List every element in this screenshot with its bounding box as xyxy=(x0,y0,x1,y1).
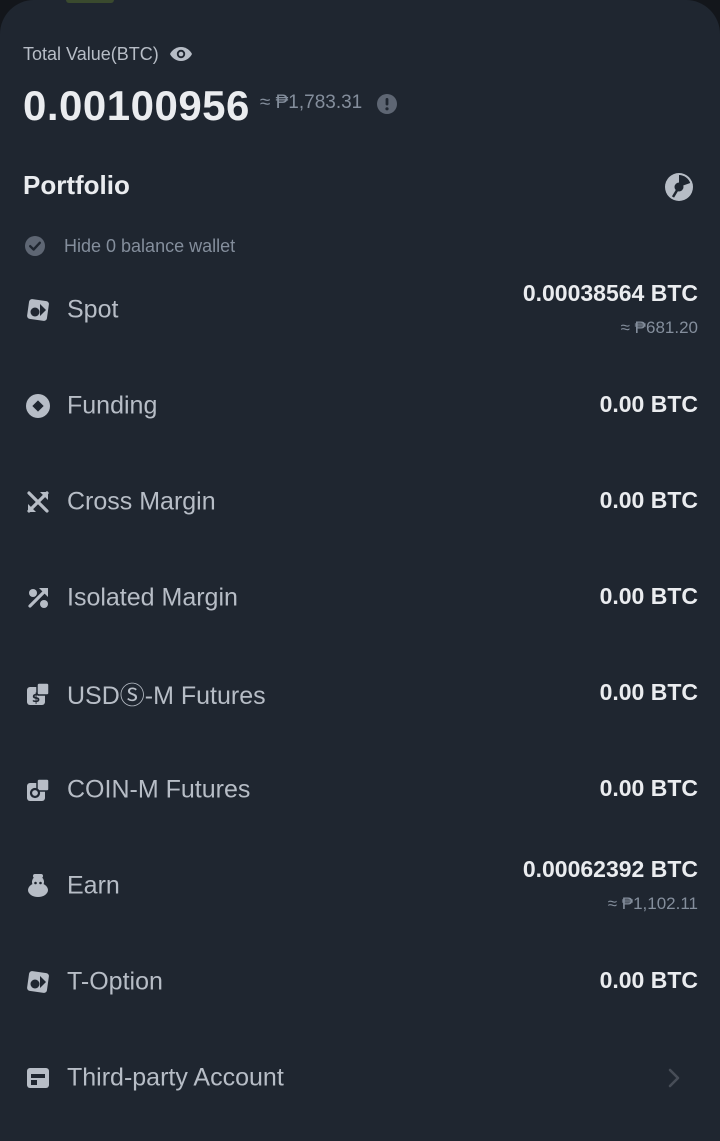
eye-icon[interactable] xyxy=(169,45,193,63)
wallet-amount: 0.00038564 BTC xyxy=(522,280,698,306)
wallet-name: Spot xyxy=(67,295,119,324)
wallet-row-t-option[interactable]: T-Option 0.00 BTC xyxy=(0,934,720,1030)
hide-zero-balance-toggle[interactable]: Hide 0 balance wallet xyxy=(24,233,235,259)
total-value-header: Total Value(BTC) xyxy=(23,40,193,68)
wallet-row-usds-m-futures[interactable]: $ USDⓈ-M Futures 0.00 BTC xyxy=(0,646,720,742)
total-value-amount: 0.00100956 xyxy=(23,82,250,129)
wallet-row-third-party-account[interactable]: Third-party Account xyxy=(0,1030,720,1126)
earn-icon xyxy=(25,873,51,899)
sheet-top-accent xyxy=(66,0,114,3)
spot-icon xyxy=(25,297,51,323)
wallet-row-spot[interactable]: Spot 0.00038564 BTC ≈ ₱681.20 xyxy=(0,262,720,358)
wallet-name: Third-party Account xyxy=(67,1063,284,1092)
hide-zero-balance-label: Hide 0 balance wallet xyxy=(64,235,236,256)
t-option-icon xyxy=(25,969,51,995)
isolated-margin-icon xyxy=(25,585,51,611)
wallet-name: Cross Margin xyxy=(67,487,216,516)
wallet-row-isolated-margin[interactable]: Isolated Margin 0.00 BTC xyxy=(0,550,720,646)
portfolio-sheet: Total Value(BTC) 0.00100956 ≈ ₱1,783.31 … xyxy=(0,0,720,1141)
wallet-amount: 0.00 BTC xyxy=(599,583,698,609)
wallet-row-cross-margin[interactable]: Cross Margin 0.00 BTC xyxy=(0,454,720,550)
wallet-name: Funding xyxy=(67,391,158,420)
wallet-name: Earn xyxy=(67,871,120,900)
funding-icon xyxy=(25,393,51,419)
wallet-amount: 0.00 BTC xyxy=(599,967,698,993)
wallet-amount: 0.00062392 BTC xyxy=(522,856,698,882)
wallet-fiat: ≈ ₱681.20 xyxy=(620,318,698,337)
portfolio-title: Portfolio xyxy=(23,170,130,200)
info-icon[interactable] xyxy=(376,93,398,115)
svg-text:$: $ xyxy=(32,691,40,705)
wallet-row-coin-m-futures[interactable]: COIN-M Futures 0.00 BTC xyxy=(0,742,720,838)
wallet-name: T-Option xyxy=(67,967,163,996)
coin-m-futures-icon xyxy=(25,777,51,803)
checkmark-circle-icon xyxy=(25,236,45,256)
total-value-label: Total Value(BTC) xyxy=(23,43,159,64)
wallet-amount: 0.00 BTC xyxy=(599,391,698,417)
usds-m-futures-icon: $ xyxy=(25,681,51,707)
wallet-row-funding[interactable]: Funding 0.00 BTC xyxy=(0,358,720,454)
pie-chart-icon[interactable] xyxy=(664,172,694,202)
total-value-row: 0.00100956 ≈ ₱1,783.31 xyxy=(23,80,398,132)
wallet-amount: 0.00 BTC xyxy=(599,487,698,513)
wallet-fiat: ≈ ₱1,102.11 xyxy=(607,894,698,913)
wallet-row-earn[interactable]: Earn 0.00062392 BTC ≈ ₱1,102.11 xyxy=(0,838,720,934)
wallet-name: COIN-M Futures xyxy=(67,775,251,804)
wallet-name: Isolated Margin xyxy=(67,583,238,612)
third-party-account-icon xyxy=(25,1065,51,1091)
wallet-name: USDⓈ-M Futures xyxy=(67,682,266,710)
wallet-amount: 0.00 BTC xyxy=(599,679,698,705)
chevron-right-icon[interactable] xyxy=(668,1068,680,1088)
wallet-amount: 0.00 BTC xyxy=(599,775,698,801)
cross-margin-icon xyxy=(25,489,51,515)
total-value-fiat: ≈ ₱1,783.31 xyxy=(259,92,363,113)
